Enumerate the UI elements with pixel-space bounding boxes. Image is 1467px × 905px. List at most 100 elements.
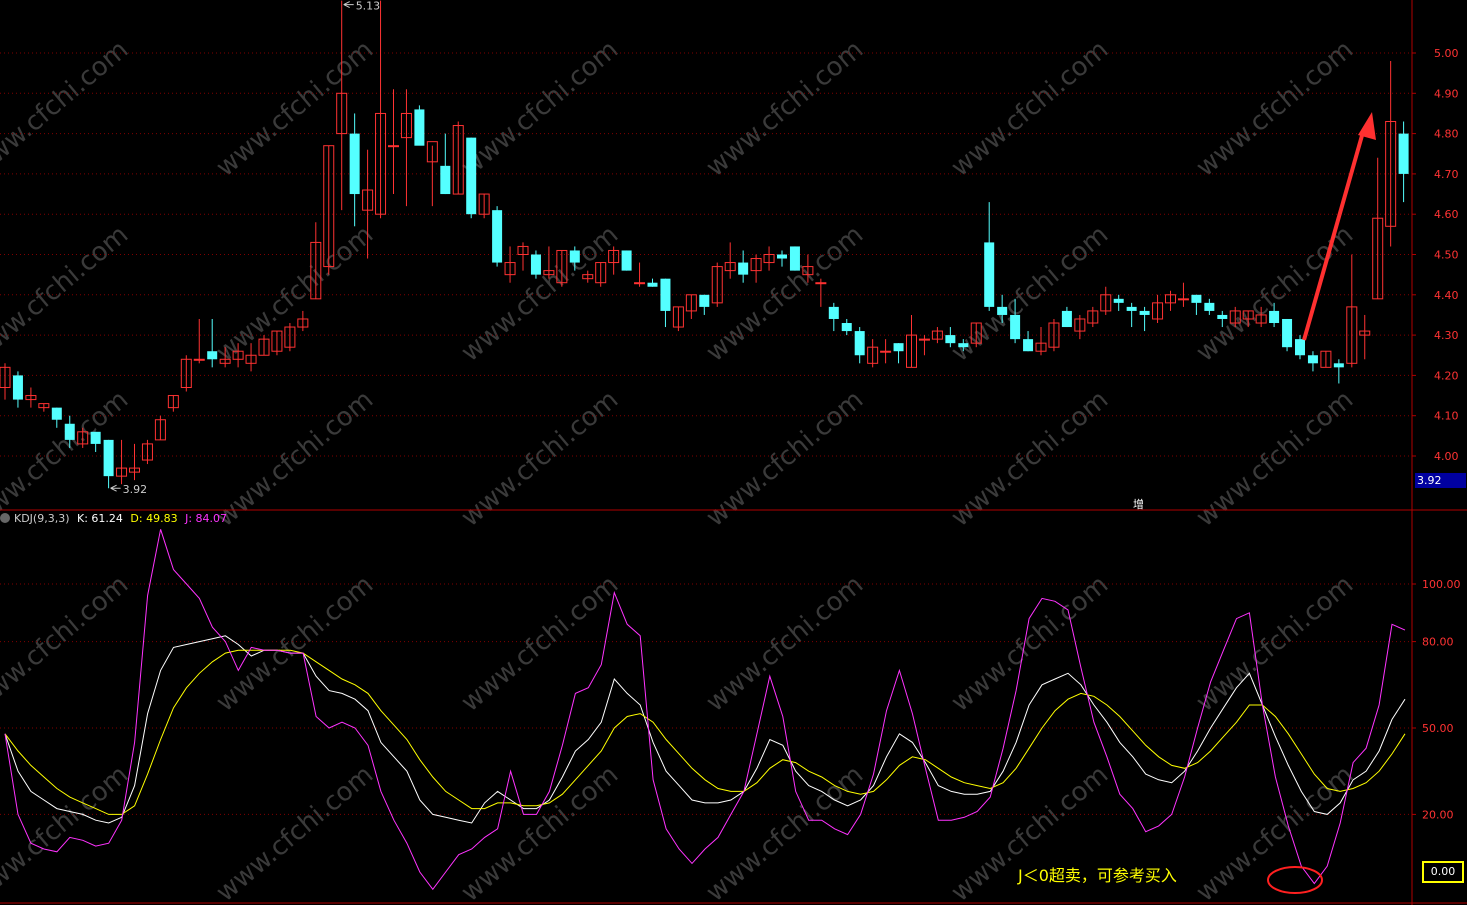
price-axis: 5.00 4.90 4.80 4.70 4.60 4.50 4.40 4.30 4.20 4.10… [1412,47,1459,463]
watermark-text: www.cfchi.com [456,35,625,183]
candle-body [51,407,62,420]
price-tick-label: 5.00 [1434,47,1459,60]
candle-body [1126,306,1137,311]
watermark-text: www.cfchi.com [701,760,870,905]
candle-body [1269,310,1280,324]
candle-body [388,145,399,148]
watermark-text: www.cfchi.com [0,220,134,368]
candle-body [12,375,23,400]
candle-body [64,423,75,440]
kdj-legend-j: J: 84.07 [185,512,228,525]
high-price-label: 5.13 [356,0,381,13]
candle-body [466,137,477,215]
watermark-text: www.cfchi.com [701,220,870,368]
last-price-tag: 3.92 [1415,473,1466,488]
candle-body [880,350,892,353]
price-tick-label: 4.50 [1434,249,1459,262]
candle-body [738,262,749,275]
watermark-layer: www.cfchi.com www.cfchi.com www.cfchi.com w… [0,35,1359,905]
price-tick-label: 4.10 [1434,410,1459,423]
watermark-text: www.cfchi.com [946,570,1115,718]
kdj-line-j [4,529,1406,891]
kdj-line-k [4,635,1406,824]
low-marker-arrow [110,484,121,492]
candle-body [647,282,658,287]
watermark-text: www.cfchi.com [946,35,1115,183]
candle-body [569,250,580,263]
candle-body [958,343,969,348]
watermark-text: www.cfchi.com [1191,570,1360,718]
candle-body [207,351,218,360]
candle-body [1139,310,1150,315]
candle-body [984,242,995,307]
price-candles [0,0,1409,489]
watermark-text: www.cfchi.com [456,220,625,368]
kdj-legend-k: K: 61.24 [77,512,123,525]
watermark-text: www.cfchi.com [456,760,625,905]
candle-body [1333,363,1344,368]
candle-body [621,250,632,271]
candle-body [1282,318,1293,348]
candle-body [854,331,865,356]
candle-body [1113,298,1124,303]
watermark-text: www.cfchi.com [0,385,134,533]
price-tick-label: 4.30 [1434,329,1459,342]
candle-body [440,165,451,195]
candle-body [1177,298,1189,301]
kdj-lines [4,529,1406,891]
watermark-text: www.cfchi.com [701,570,870,718]
kdj-legend: KDJ(9,3,3) K: 61.24 D: 49.83 J: 84.07 [0,512,231,526]
price-marker-text: 增 [1133,498,1144,511]
watermark-text: www.cfchi.com [701,35,870,183]
price-tick-label: 4.60 [1434,208,1459,221]
kdj-zero-label: 0.00 [1422,861,1464,883]
oversold-annotation: J＜0超卖，可参考买入 [1018,866,1177,885]
watermark-text: www.cfchi.com [1191,385,1360,533]
kdj-legend-d: D: 49.83 [130,512,178,525]
kdj-line-d [4,649,1406,815]
trend-arrow-line [1302,131,1365,341]
high-marker-arrow [343,1,354,9]
candle-body [1191,294,1202,303]
candle-body [699,294,710,307]
kdj-axis: 100.00 80.00 50.00 20.00 [1412,578,1461,821]
candle-body [103,439,114,477]
candle-body [1010,314,1021,340]
candle-body [193,358,205,361]
candle-body [1295,339,1305,356]
price-tick-label: 4.80 [1434,128,1459,141]
kdj-tick-label: 50.00 [1422,722,1454,735]
candle-body [893,343,904,352]
candle-body [1307,355,1318,364]
watermark-text: www.cfchi.com [1191,760,1360,905]
candle-body [815,282,827,285]
candle-body [777,254,787,259]
watermark-text: www.cfchi.com [456,570,625,718]
candle-body [90,431,101,444]
watermark-text: www.cfchi.com [211,760,380,905]
watermark-text: www.cfchi.com [456,385,625,533]
price-tick-label: 4.20 [1434,369,1459,382]
candle-body [945,335,956,344]
indicator-menu-icon[interactable] [0,513,10,523]
watermark-text: www.cfchi.com [211,570,380,718]
candle-body [1204,302,1215,311]
candle-body [1398,133,1409,174]
price-grid [0,52,1412,457]
candle-body [918,338,930,341]
chart-stage: www.cfchi.com www.cfchi.com www.cfchi.com w… [0,0,1467,905]
candle-body [828,306,839,319]
watermark-text: www.cfchi.com [0,35,134,183]
candle-body [414,109,425,146]
kdj-tick-label: 100.00 [1422,578,1461,591]
watermark-text: www.cfchi.com [946,385,1115,533]
candle-body [1217,314,1228,319]
candle-body [1023,339,1034,352]
kdj-tick-label: 20.00 [1422,808,1454,821]
candle-body [492,210,503,263]
price-tick-label: 4.00 [1434,450,1459,463]
price-tick-label: 4.70 [1434,168,1459,181]
candle-body [349,133,360,195]
watermark-text: www.cfchi.com [701,385,870,533]
candle-body [660,278,671,311]
